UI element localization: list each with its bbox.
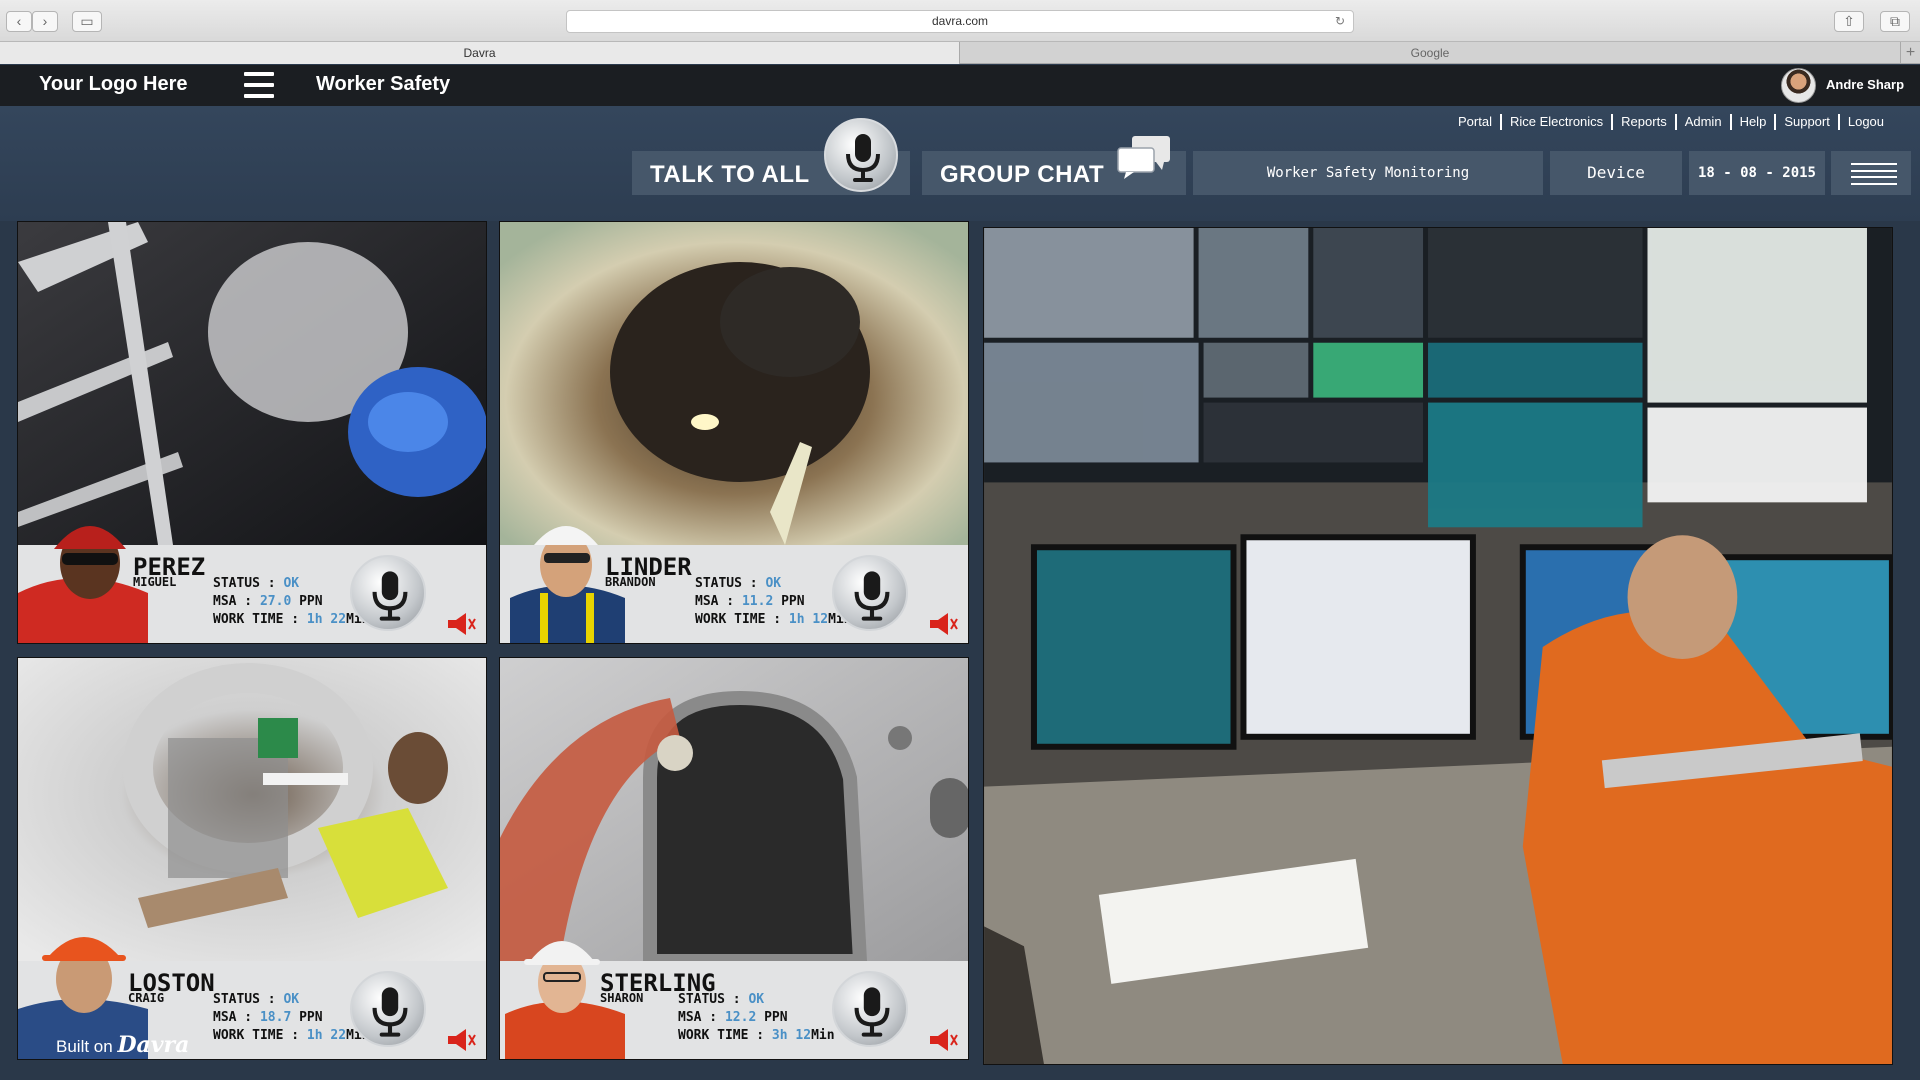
worker-card-linder[interactable]: LINDER BRANDON STATUS : OK MSA : 11.2 PP… <box>499 221 969 644</box>
worker-status: OK <box>283 576 300 591</box>
list-icon <box>1851 163 1897 185</box>
logo[interactable]: Your Logo Here <box>39 73 188 96</box>
url-text: davra.com <box>931 14 989 28</box>
worker-portrait <box>18 526 148 643</box>
worker-status: OK <box>283 992 300 1007</box>
user-name[interactable]: Andre Sharp <box>1826 77 1904 92</box>
app-header: Your Logo Here Worker Safety Andre Sharp <box>0 65 1920 106</box>
nav-help[interactable]: Help <box>1732 114 1777 130</box>
mute-speaker-icon[interactable] <box>926 611 960 637</box>
worker-work-time: 22 <box>330 1028 347 1043</box>
top-nav: Portal Rice Electronics Reports Admin He… <box>1450 114 1892 130</box>
sidebar-icon[interactable]: ▭ <box>72 11 102 32</box>
nav-portal[interactable]: Portal <box>1450 114 1502 130</box>
avatar[interactable] <box>1781 68 1816 103</box>
address-bar[interactable]: davra.com ↻ <box>566 10 1354 33</box>
worker-msa: 12.2 <box>724 1010 757 1025</box>
worker-work-time: 12 <box>795 1028 812 1043</box>
worker-card-sterling[interactable]: STERLING SHARON STATUS : OK MSA : 12.2 P… <box>499 657 969 1060</box>
microphone-icon[interactable] <box>350 555 426 631</box>
worker-stats: STATUS : OK MSA : 11.2 PPN WORK TIME : 1… <box>695 576 852 627</box>
worker-msa: 11.2 <box>741 594 774 609</box>
microphone-icon[interactable] <box>832 555 908 631</box>
worker-status: OK <box>748 992 765 1007</box>
built-on-text: Built on <box>56 1037 113 1056</box>
chat-bubbles-icon[interactable] <box>1116 134 1172 180</box>
share-icon[interactable]: ⇧ <box>1834 11 1864 32</box>
worker-card-perez[interactable]: PEREZ MIGUEL STATUS : OK MSA : 27.0 PPN … <box>17 221 487 644</box>
reload-icon[interactable]: ↻ <box>1335 11 1345 32</box>
worker-stats: STATUS : OK MSA : 27.0 PPN WORK TIME : 1… <box>213 576 370 627</box>
worker-status: OK <box>765 576 782 591</box>
nav-logout[interactable]: Logou <box>1840 114 1892 130</box>
worker-work-time: 22 <box>330 612 347 627</box>
date-display[interactable]: 18 - 08 - 2015 <box>1689 151 1825 195</box>
main-area: PEREZ MIGUEL STATUS : OK MSA : 27.0 PPN … <box>0 221 1920 1080</box>
microphone-icon[interactable] <box>832 971 908 1047</box>
tab-davra[interactable]: Davra <box>0 42 960 64</box>
control-bar: Portal Rice Electronics Reports Admin He… <box>0 106 1920 221</box>
back-icon[interactable]: ‹ <box>6 11 32 32</box>
worker-work-time: 12 <box>812 612 829 627</box>
menu-icon[interactable] <box>244 72 274 98</box>
forward-icon[interactable]: › <box>32 11 58 32</box>
worker-msa: 27.0 <box>259 594 292 609</box>
nav-reports[interactable]: Reports <box>1613 114 1677 130</box>
device-button[interactable]: Device <box>1550 151 1682 195</box>
nav-admin[interactable]: Admin <box>1677 114 1732 130</box>
worker-portrait <box>510 526 625 643</box>
monitoring-label: Worker Safety Monitoring <box>1193 151 1543 195</box>
nav-rice-electronics[interactable]: Rice Electronics <box>1502 114 1614 130</box>
page-title: Worker Safety <box>316 73 451 95</box>
tab-bar: Davra Google + <box>0 42 1920 64</box>
group-chat-label: GROUP CHAT <box>940 161 1105 188</box>
mute-speaker-icon[interactable] <box>444 1027 478 1053</box>
davra-brand: Davra <box>117 1032 190 1058</box>
tab-google[interactable]: Google <box>960 42 1900 64</box>
worker-card-loston[interactable]: LOSTON CRAIG STATUS : OK MSA : 18.7 PPN … <box>17 657 487 1060</box>
worker-stats: STATUS : OK MSA : 18.7 PPN WORK TIME : 1… <box>213 992 370 1043</box>
browser-toolbar: ‹ › ▭ davra.com ↻ ⇧ ⧉ <box>0 0 1920 42</box>
worker-portrait <box>505 941 625 1059</box>
worker-stats: STATUS : OK MSA : 12.2 PPN WORK TIME : 3… <box>678 992 835 1043</box>
talk-to-all-label: TALK TO ALL <box>650 161 810 188</box>
new-tab-icon[interactable]: + <box>1900 42 1920 64</box>
tabs-overview-icon[interactable]: ⧉ <box>1880 11 1910 32</box>
worker-msa: 18.7 <box>259 1010 292 1025</box>
more-menu-button[interactable] <box>1831 151 1911 195</box>
mute-speaker-icon[interactable] <box>444 611 478 637</box>
microphone-icon[interactable] <box>824 118 898 192</box>
control-room-feed <box>983 227 1893 1065</box>
mute-speaker-icon[interactable] <box>926 1027 960 1053</box>
built-on-davra: Built on Davra <box>56 1032 189 1058</box>
nav-support[interactable]: Support <box>1776 114 1840 130</box>
microphone-icon[interactable] <box>350 971 426 1047</box>
